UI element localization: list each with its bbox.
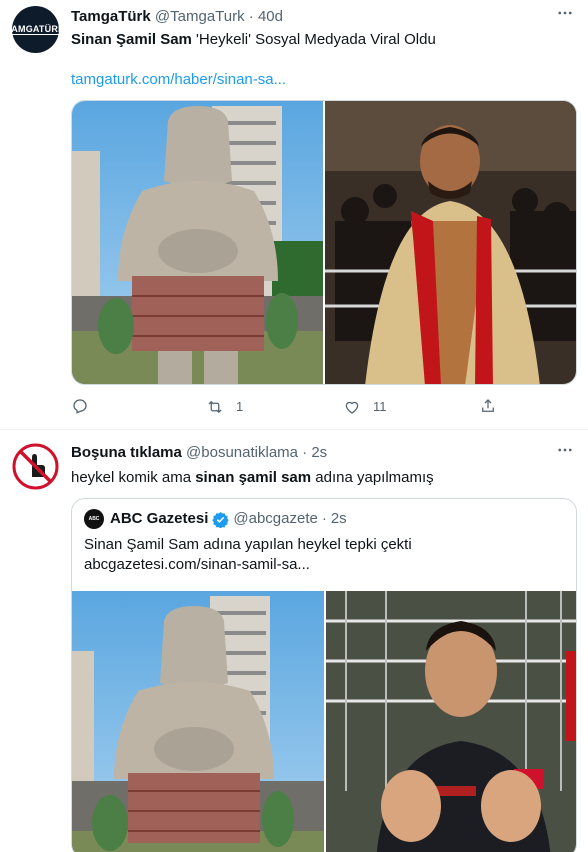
quoted-avatar: ABC [84,509,104,529]
tweet-text-bold: sinan şamil sam [195,469,312,486]
no-click-sign-icon [12,443,59,490]
tweet-actions: 1 11 [71,397,501,419]
tweet[interactable]: TAMGATÜRK TamgaTürk @TamgaTurk · 40d Sin… [0,0,588,430]
tweet[interactable]: Boşuna tıklama @bosunatiklama · 2s heyke… [0,431,588,852]
tweet-text-bold: Sinan Şamil Sam [71,31,192,48]
author-name[interactable]: Boşuna tıklama [71,444,182,461]
more-icon[interactable] [556,4,574,28]
quoted-tweet-header: ABC ABC Gazetesi @abcgazete · 2s [84,509,347,529]
author-handle[interactable]: @bosunatiklama [186,444,298,461]
boxer-in-robe-photo[interactable] [325,101,576,384]
verified-badge-icon [212,511,230,528]
separator: · [248,8,254,25]
tweet-time[interactable]: 2s [311,444,327,461]
tweet-link[interactable]: tamgaturk.com/haber/sinan-sa... [71,70,286,90]
retweet-count: 1 [236,399,244,414]
author-name[interactable]: TamgaTürk [71,8,151,25]
avatar-logo-text: TAMGATÜRK [6,24,65,35]
avatar[interactable]: TAMGATÜRK [6,6,65,53]
avatar[interactable] [12,443,59,490]
more-icon[interactable] [556,441,574,465]
like-count: 11 [373,399,387,414]
quoted-tweet[interactable]: ABC ABC Gazetesi @abcgazete · 2s Sinan Ş… [71,498,577,852]
like-button[interactable]: 11 [343,397,387,417]
quoted-author-handle: @abcgazete [233,510,318,527]
tweet-text-pre: heykel komik ama [71,469,196,486]
separator: · [321,510,327,527]
tweet-header: TamgaTürk @TamgaTurk · 40d [71,7,283,27]
tweet-text: Sinan Şamil Sam 'Heykeli' Sosyal Medyada… [71,30,571,50]
author-handle[interactable]: @TamgaTurk [155,8,245,25]
statue-photo[interactable] [72,101,323,384]
retweet-button[interactable]: 1 [206,397,243,417]
tweet-time[interactable]: 40d [258,8,283,25]
share-button[interactable] [479,397,497,415]
quoted-tweet-media[interactable] [72,591,576,852]
tweet-text-post: adına yapılmamış [311,469,434,486]
tweet-header: Boşuna tıklama @bosunatiklama · 2s [71,443,327,463]
like-icon [345,401,359,414]
tweet-text-rest: 'Heykeli' Sosyal Medyada Viral Oldu [191,31,436,48]
boxer-with-gloves-photo[interactable] [326,591,576,852]
quoted-tweet-text: Sinan Şamil Sam adına yapılan heykel tep… [84,536,412,573]
quoted-author-name: ABC Gazetesi [110,510,209,527]
statue-photo[interactable] [72,591,324,852]
tweet-text: heykel komik ama sinan şamil sam adına y… [71,468,571,488]
retweet-icon [208,400,222,414]
quoted-tweet-time: 2s [330,510,347,527]
separator: · [302,444,308,461]
tweet-media[interactable] [71,100,577,385]
reply-button[interactable] [71,397,89,415]
reply-icon [73,399,87,414]
share-icon [482,399,494,412]
